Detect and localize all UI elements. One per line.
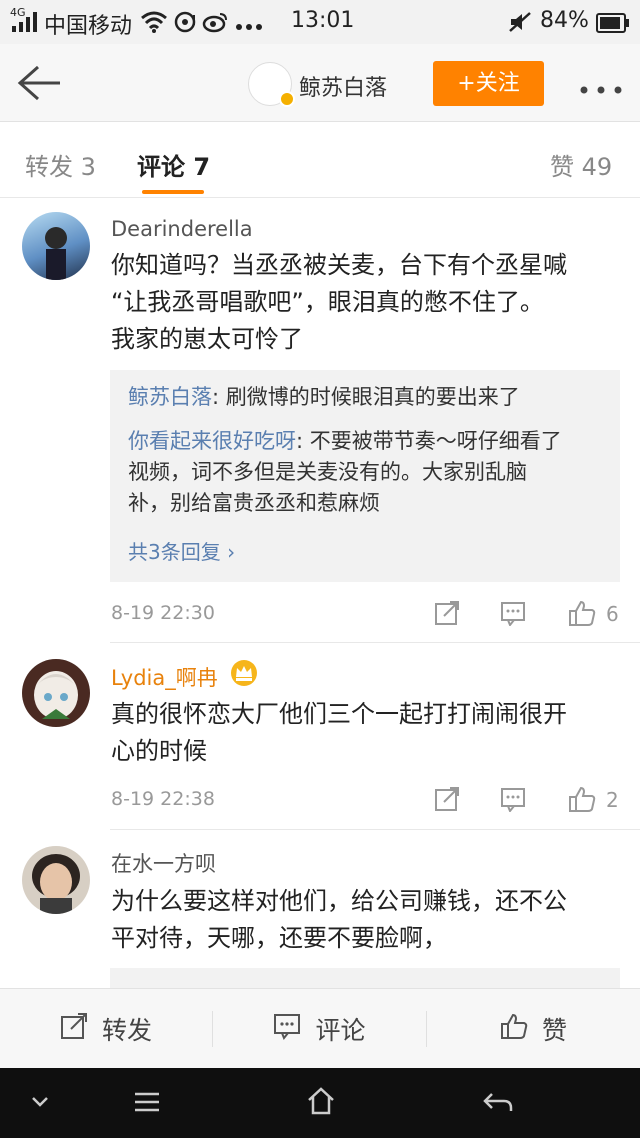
repost-label: 转发 xyxy=(101,1016,152,1045)
repost-icon xyxy=(60,1012,88,1046)
reply-preview-box[interactable] xyxy=(110,968,620,988)
home-icon[interactable] xyxy=(306,1086,336,1120)
comment-button[interactable]: 评论 xyxy=(213,989,426,1069)
post-tabs: 转发 3 评论 7 赞 49 xyxy=(0,122,640,198)
tab-repost[interactable]: 转发 3 xyxy=(25,147,96,182)
vip-crown-icon xyxy=(230,659,258,691)
reply-line: 你看起来很好吃呀: 不要被带节奏～呀仔细看了 视频，词不多但是关麦没有的。大家别… xyxy=(128,429,562,515)
back-arrow-icon[interactable] xyxy=(16,63,62,103)
clock: 13:01 xyxy=(291,8,355,33)
like-label: 赞 xyxy=(541,1016,567,1045)
share-icon[interactable] xyxy=(434,600,460,626)
reply-icon[interactable] xyxy=(500,600,526,627)
author-username[interactable]: 鲸苏白落 xyxy=(299,70,387,102)
comment-text: 你知道吗？当丞丞被关麦，台下有个丞星喊 “让我丞哥唱歌吧”，眼泪真的憋不住了。 … xyxy=(111,251,567,353)
comment-text: 为什么要这样对他们，给公司赚钱，还不公 平对待，天哪，还要不要脸啊， xyxy=(111,887,567,952)
comment-text: 真的很怀恋大厂他们三个一起打打闹闹很开 心的时候 xyxy=(111,700,567,765)
carrier-name: 中国移动 xyxy=(44,14,133,39)
like-button[interactable]: 赞 xyxy=(427,989,640,1069)
verified-badge-icon xyxy=(279,91,295,107)
like-icon[interactable] xyxy=(568,599,596,626)
weibo-icon xyxy=(202,11,228,37)
comment-item: 在水一方呗 为什么要这样对他们，给公司赚钱，还不公 平对待，天哪，还要不要脸啊， xyxy=(0,830,640,988)
comment-item: Lydia_啊冉 真的很怀恋大厂他们三个一起打打闹闹很开 心的时候 8-19 2… xyxy=(0,643,640,829)
like-count: 2 xyxy=(606,788,619,812)
more-replies-link[interactable]: 共3条回复 › xyxy=(128,536,235,565)
active-tab-indicator xyxy=(142,190,204,194)
author-avatar[interactable] xyxy=(248,62,295,107)
bottom-action-bar: 转发 评论 赞 xyxy=(0,988,640,1068)
tab-likes[interactable]: 赞 49 xyxy=(550,147,612,182)
comment-label: 评论 xyxy=(315,1016,366,1045)
like-icon xyxy=(500,1012,528,1046)
more-options-icon[interactable] xyxy=(580,79,622,98)
follow-button[interactable]: +关注 xyxy=(433,61,544,106)
comment-timestamp: 8-19 22:30 xyxy=(111,602,215,624)
comment-timestamp: 8-19 22:38 xyxy=(111,788,215,810)
reply-icon[interactable] xyxy=(500,786,526,813)
system-nav-bar xyxy=(0,1068,640,1138)
more-notifications-icon xyxy=(236,16,262,35)
back-icon[interactable] xyxy=(482,1090,514,1118)
tab-comments[interactable]: 评论 7 xyxy=(137,147,210,182)
comment-username[interactable]: Dearinderella xyxy=(111,217,253,241)
comment-item: Dearinderella 你知道吗？当丞丞被关麦，台下有个丞星喊 “让我丞哥唱… xyxy=(0,198,640,642)
wifi-icon xyxy=(140,10,168,38)
like-count: 6 xyxy=(606,602,619,626)
comment-feed[interactable]: Dearinderella 你知道吗？当丞丞被关麦，台下有个丞星喊 “让我丞哥唱… xyxy=(0,198,640,988)
menu-icon[interactable] xyxy=(133,1091,161,1117)
avatar[interactable] xyxy=(22,659,90,727)
status-bar: 4G 中国移动 13:01 84% xyxy=(0,0,640,44)
like-icon[interactable] xyxy=(568,785,596,812)
music-app-icon xyxy=(174,11,198,37)
reply-line: 鲸苏白落: 刷微博的时候眼泪真的要出来了 xyxy=(128,385,520,409)
battery-percent: 84% xyxy=(540,8,589,33)
chevron-down-icon[interactable] xyxy=(30,1094,50,1113)
reply-username[interactable]: 鲸苏白落 xyxy=(128,385,212,409)
comment-username[interactable]: Lydia_啊冉 xyxy=(111,662,218,692)
share-icon[interactable] xyxy=(434,786,460,812)
mute-icon xyxy=(508,11,532,37)
post-header: 鲸苏白落 +关注 xyxy=(0,44,640,122)
avatar[interactable] xyxy=(22,212,90,280)
comment-username[interactable]: 在水一方呗 xyxy=(111,848,216,878)
reply-username[interactable]: 你看起来很好吃呀 xyxy=(128,429,296,453)
battery-icon xyxy=(596,13,630,37)
comment-icon xyxy=(273,1012,301,1046)
signal-icon: 4G xyxy=(10,6,40,34)
repost-button[interactable]: 转发 xyxy=(0,989,212,1069)
avatar[interactable] xyxy=(22,846,90,914)
reply-preview-box[interactable]: 鲸苏白落: 刷微博的时候眼泪真的要出来了 你看起来很好吃呀: 不要被带节奏～呀仔… xyxy=(110,370,620,582)
